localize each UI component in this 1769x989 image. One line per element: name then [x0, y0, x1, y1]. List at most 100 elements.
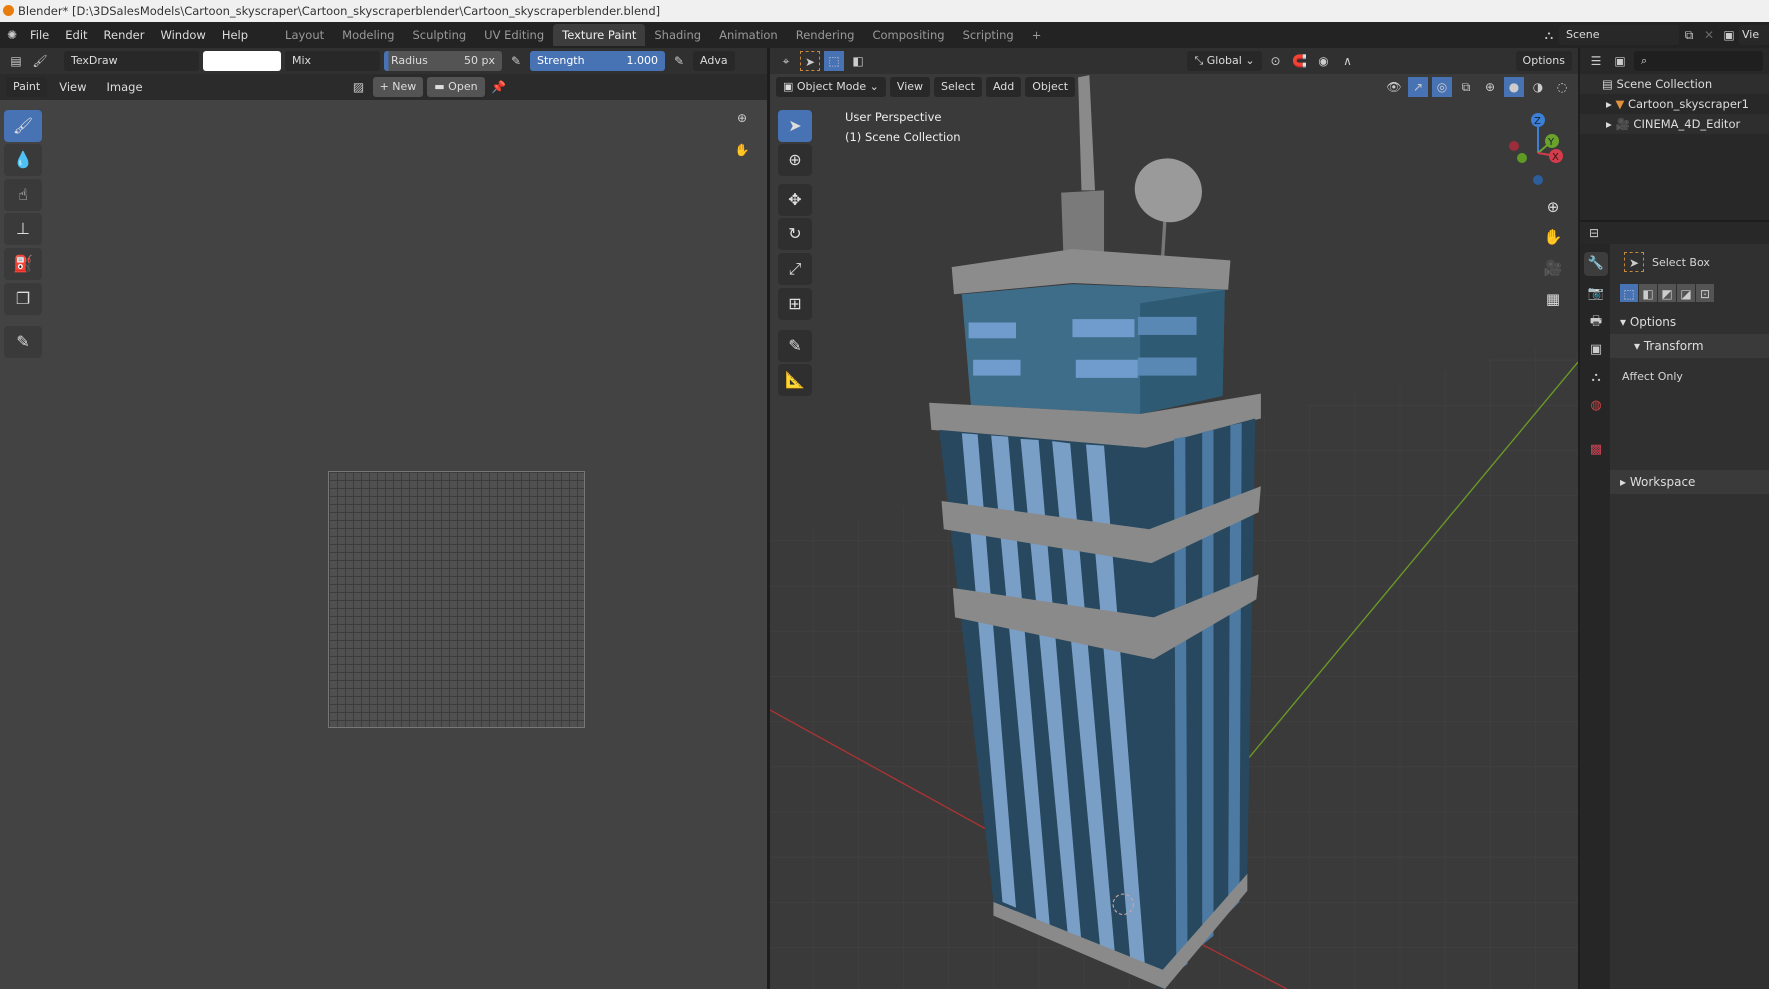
scene-tab-icon[interactable]: ⛬ [1584, 366, 1608, 390]
soften-tool-icon[interactable]: 💧 [4, 144, 42, 176]
menu-view-3d[interactable]: View [889, 77, 931, 97]
select-box-icon[interactable]: ➤ [800, 51, 820, 71]
workspace-panel-header[interactable]: ▸ Workspace [1610, 470, 1769, 494]
tab-sculpting[interactable]: Sculpting [403, 24, 475, 46]
outliner-search-input[interactable]: ⌕ [1634, 51, 1763, 71]
snap-icon[interactable]: 🧲 [1290, 51, 1310, 71]
xray-icon[interactable]: ⧉ [1456, 77, 1476, 97]
move-tool-icon[interactable]: ✥ [778, 184, 812, 216]
editor-type-icon[interactable]: ▤ [6, 51, 26, 71]
color-swatch[interactable] [203, 51, 281, 71]
mode-set-icon[interactable]: ⬚ [1620, 284, 1638, 302]
new-scene-icon[interactable]: ⧉ [1679, 25, 1699, 45]
radius-field[interactable]: Radius 50 px [384, 51, 502, 71]
options-panel-header[interactable]: ▾ Options [1610, 310, 1769, 334]
tab-rendering[interactable]: Rendering [787, 24, 864, 46]
select-mode-new-icon[interactable]: ⬚ [824, 51, 844, 71]
tab-compositing[interactable]: Compositing [863, 24, 953, 46]
blend-mode-dropdown[interactable]: Mix [285, 51, 380, 71]
view-layer-icon[interactable]: ▣ [1719, 25, 1739, 45]
menu-object[interactable]: Object [1025, 77, 1076, 97]
display-mode-icon[interactable]: ☰ [1586, 51, 1606, 71]
menu-render[interactable]: Render [96, 28, 153, 42]
visibility-icon[interactable]: 👁 [1384, 77, 1404, 97]
3d-viewport[interactable]: ⌖ ➤ ⬚ ◧ ⤡ Global ⌄ ⊙ 🧲 ◉ ∧ Options ▣ Obj… [770, 48, 1578, 989]
menu-window[interactable]: Window [152, 28, 213, 42]
mode-invert-icon[interactable]: ◪ [1677, 284, 1695, 302]
new-image-button[interactable]: + New [372, 77, 424, 97]
mode-extend-icon[interactable]: ◧ [1639, 284, 1657, 302]
transform-subpanel-header[interactable]: ▾ Transform [1610, 334, 1769, 358]
falloff-icon[interactable]: ∧ [1338, 51, 1358, 71]
perspective-toggle-icon[interactable]: ▦ [1540, 286, 1566, 312]
annotate-tool-icon[interactable]: ✎ [4, 326, 42, 358]
scene-selector[interactable]: Scene [1559, 25, 1679, 45]
zoom-icon[interactable]: ⊕ [732, 108, 752, 128]
add-workspace-button[interactable]: + [1023, 24, 1051, 46]
pivot-point-icon[interactable]: ⊙ [1266, 51, 1286, 71]
tab-animation[interactable]: Animation [710, 24, 787, 46]
editor-type-icon[interactable]: ⊟ [1584, 223, 1604, 243]
outliner-item[interactable]: ▸ 🎥 CINEMA_4D_Editor [1580, 114, 1769, 134]
brush-selector[interactable]: TexDraw [64, 51, 199, 71]
select-tool-icon[interactable]: ➤ [778, 110, 812, 142]
transform-pivot-icon[interactable]: ⌖ [776, 51, 796, 71]
tool-tab-icon[interactable]: 🔧 [1584, 252, 1608, 276]
transform-orientation-dropdown[interactable]: ⤡ Global ⌄ [1187, 51, 1262, 71]
menu-view[interactable]: View [51, 80, 94, 94]
strength-pressure-icon[interactable]: ✎ [669, 51, 689, 71]
rendered-shading-icon[interactable]: ◌ [1552, 77, 1572, 97]
object-mode-dropdown[interactable]: ▣ Object Mode ⌄ [776, 77, 886, 97]
menu-image[interactable]: Image [99, 80, 151, 94]
strength-field[interactable]: Strength 1.000 [530, 51, 665, 71]
pan-hand-icon[interactable]: ✋ [732, 140, 752, 160]
transform-tool-icon[interactable]: ⊞ [778, 288, 812, 320]
blender-menu-icon[interactable]: ✺ [2, 25, 22, 45]
camera-view-icon[interactable]: 🎥 [1540, 255, 1566, 281]
tab-texture-paint[interactable]: Texture Paint [553, 24, 646, 46]
outliner-scene-collection[interactable]: ▤ Scene Collection [1580, 74, 1769, 94]
draw-tool-icon[interactable]: 🖌 [4, 110, 42, 142]
texture-tab-icon[interactable]: ▩ [1584, 438, 1608, 462]
tab-scripting[interactable]: Scripting [954, 24, 1023, 46]
menu-file[interactable]: File [22, 28, 57, 42]
outliner-item[interactable]: ▸ ▼ Cartoon_skyscraper1 [1580, 94, 1769, 114]
clone-tool-icon[interactable]: ⊥ [4, 213, 42, 245]
smear-tool-icon[interactable]: ☝ [4, 179, 42, 211]
open-image-button[interactable]: ▬ Open [427, 77, 485, 97]
tab-layout[interactable]: Layout [276, 24, 333, 46]
menu-add[interactable]: Add [985, 77, 1022, 97]
mode-subtract-icon[interactable]: ◩ [1658, 284, 1676, 302]
world-tab-icon[interactable]: ◍ [1584, 394, 1608, 418]
menu-edit[interactable]: Edit [57, 28, 95, 42]
view-layer-tab-icon[interactable]: ▣ [1584, 338, 1608, 362]
menu-select[interactable]: Select [934, 77, 982, 97]
mask-tool-icon[interactable]: ❐ [4, 283, 42, 315]
menu-help[interactable]: Help [214, 28, 256, 42]
options-dropdown[interactable]: Options [1515, 51, 1572, 71]
pan-hand-icon[interactable]: ✋ [1540, 224, 1566, 250]
zoom-icon[interactable]: ⊕ [1540, 194, 1566, 220]
tab-uv-editing[interactable]: UV Editing [475, 24, 553, 46]
advanced-dropdown[interactable]: Adva [693, 51, 735, 71]
image-browse-icon[interactable]: ▨ [349, 77, 369, 97]
select-box-icon[interactable]: ➤ [1624, 252, 1644, 272]
close-icon[interactable]: ✕ [1699, 25, 1719, 45]
scene-icon[interactable]: ⛬ [1539, 25, 1559, 45]
filter-icon[interactable]: ▣ [1610, 51, 1630, 71]
cursor-tool-icon[interactable]: ⊕ [778, 144, 812, 176]
output-tab-icon[interactable]: 🖶 [1584, 310, 1608, 334]
navigation-gizmo[interactable]: Z Y X [1490, 108, 1570, 188]
tab-modeling[interactable]: Modeling [333, 24, 403, 46]
mode-dropdown[interactable]: Paint [6, 77, 48, 97]
select-mode-extend-icon[interactable]: ◧ [848, 51, 868, 71]
mode-intersect-icon[interactable]: ⊡ [1696, 284, 1714, 302]
scale-tool-icon[interactable]: ⤢ [778, 253, 812, 285]
overlay-toggle-icon[interactable]: ◎ [1432, 77, 1452, 97]
solid-shading-icon[interactable]: ● [1504, 77, 1524, 97]
pin-icon[interactable]: 📌 [489, 77, 509, 97]
pressure-icon[interactable]: ✎ [506, 51, 526, 71]
render-tab-icon[interactable]: 📷 [1584, 282, 1608, 306]
material-shading-icon[interactable]: ◑ [1528, 77, 1548, 97]
proportional-edit-icon[interactable]: ◉ [1314, 51, 1334, 71]
